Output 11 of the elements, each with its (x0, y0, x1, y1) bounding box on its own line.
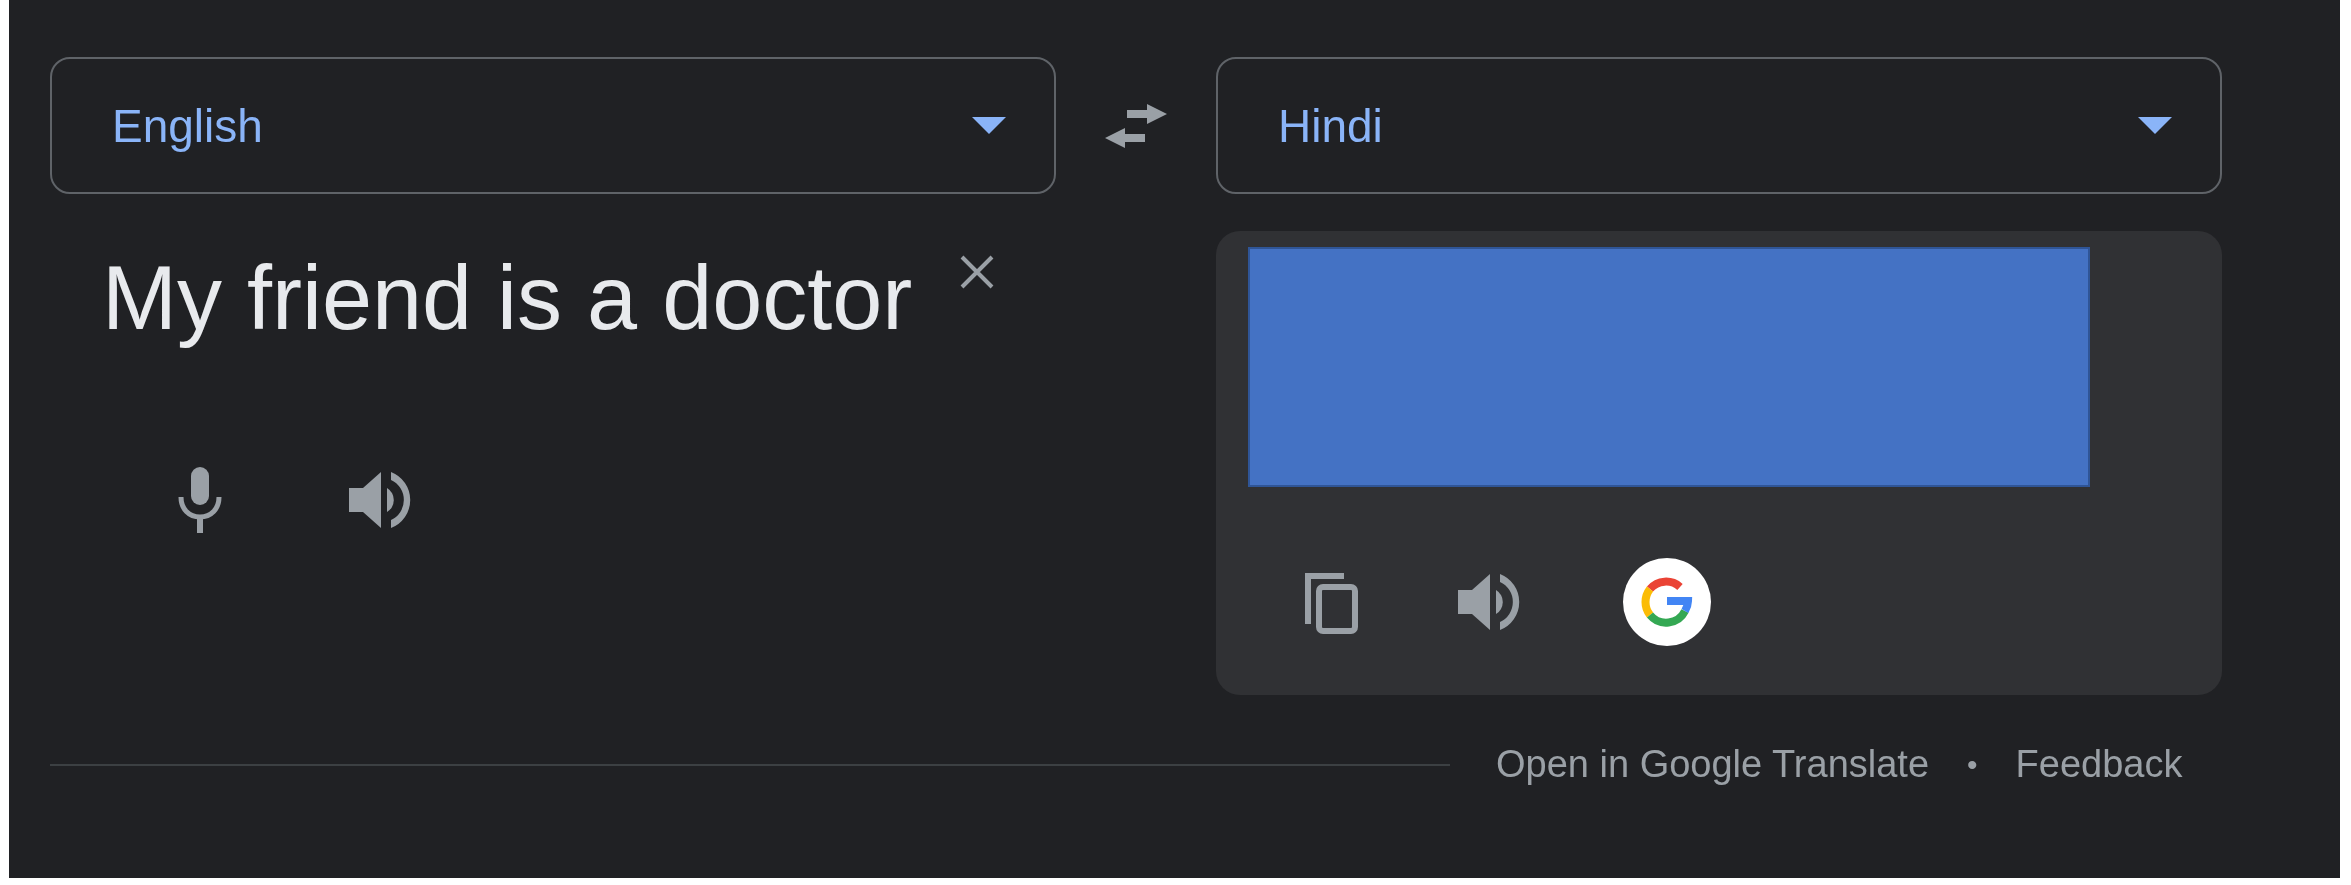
swap-icon[interactable] (1105, 101, 1167, 150)
dropdown-icon (2138, 117, 2172, 134)
dropdown-icon (972, 117, 1006, 134)
separator-dot: • (1967, 747, 1978, 782)
language-select[interactable]: Hindi (1216, 57, 2222, 194)
language-select[interactable]: English (50, 57, 1056, 194)
open-in-translate-link[interactable]: Open in Google Translate (1496, 743, 1930, 786)
feedback-link[interactable]: Feedback (2015, 743, 2183, 786)
source-text: My friend is a doctor (102, 247, 913, 350)
google-logo-icon[interactable] (1622, 557, 1712, 647)
close-icon[interactable] (960, 255, 995, 289)
